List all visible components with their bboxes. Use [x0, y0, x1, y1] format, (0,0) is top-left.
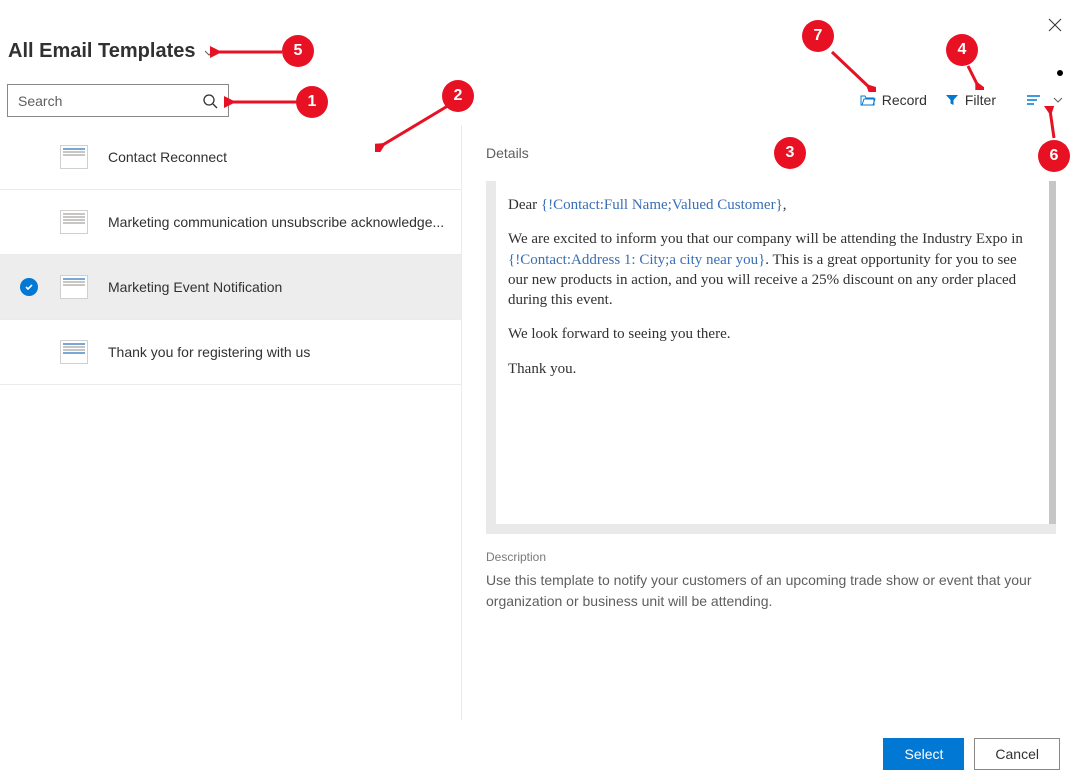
annotation-badge: 4	[946, 34, 978, 66]
filter-button[interactable]: Filter	[941, 88, 1000, 112]
annotation-arrow	[826, 46, 876, 92]
annotation-badge: 2	[442, 80, 474, 112]
sort-lines-icon	[1026, 93, 1042, 107]
list-item[interactable]: Marketing Event Notification	[0, 255, 461, 320]
annotation-arrow	[1042, 106, 1062, 144]
content-area: Contact Reconnect Marketing communicatio…	[0, 125, 1084, 720]
template-body-preview: Dear {!Contact:Full Name;Valued Customer…	[486, 181, 1056, 534]
description-text: Use this template to notify your custome…	[486, 570, 1046, 612]
text: We are excited to inform you that our co…	[508, 231, 1023, 247]
template-name: Marketing communication unsubscribe ackn…	[108, 214, 444, 230]
chevron-down-icon	[1052, 94, 1064, 106]
sort-button[interactable]	[1026, 89, 1042, 111]
search-icon	[202, 93, 218, 109]
view-title-dropdown[interactable]: All Email Templates	[8, 40, 215, 63]
details-heading: Details	[486, 145, 1056, 161]
annotation-badge: 3	[774, 137, 806, 169]
search-input[interactable]	[18, 93, 202, 109]
annotation-arrow	[210, 42, 288, 62]
text: Dear	[508, 197, 541, 213]
search-box[interactable]	[7, 84, 229, 117]
view-title-text: All Email Templates	[8, 40, 195, 63]
filter-icon	[945, 93, 959, 107]
details-pane: Details Dear {!Contact:Full Name;Valued …	[462, 125, 1084, 720]
dialog-footer: Select Cancel	[883, 738, 1060, 770]
annotation-badge: 5	[282, 35, 314, 67]
template-name: Marketing Event Notification	[108, 279, 282, 295]
template-name: Thank you for registering with us	[108, 344, 310, 360]
folder-open-icon	[860, 93, 876, 107]
template-thumbnail-icon	[60, 145, 88, 169]
text: ,	[783, 197, 787, 213]
selection-col	[18, 278, 40, 296]
select-button[interactable]: Select	[883, 738, 964, 770]
annotation-badge: 6	[1038, 140, 1070, 172]
list-item[interactable]: Marketing communication unsubscribe ackn…	[0, 190, 461, 255]
list-item[interactable]: Thank you for registering with us	[0, 320, 461, 385]
annotation-arrow	[224, 90, 304, 114]
annotation-arrow	[960, 62, 984, 90]
filter-label: Filter	[965, 92, 996, 108]
scrollbar[interactable]	[1049, 181, 1056, 524]
toolbar-right: Record Filter	[856, 88, 1064, 112]
body-paragraph: We are excited to inform you that our co…	[508, 229, 1038, 310]
notification-dot	[1057, 70, 1063, 76]
body-paragraph: We look forward to seeing you there.	[508, 324, 1038, 344]
template-list: Contact Reconnect Marketing communicatio…	[0, 125, 462, 720]
template-thumbnail-icon	[60, 275, 88, 299]
close-button[interactable]	[1048, 18, 1062, 37]
body-paragraph: Thank you.	[508, 359, 1038, 379]
selected-check-icon	[20, 278, 38, 296]
body-greeting: Dear {!Contact:Full Name;Valued Customer…	[508, 195, 1038, 215]
template-thumbnail-icon	[60, 340, 88, 364]
merge-token: {!Contact:Full Name;Valued Customer}	[541, 197, 783, 213]
annotation-badge: 1	[296, 86, 328, 118]
merge-token: {!Contact:Address 1: City;a city near yo…	[508, 252, 765, 268]
template-name: Contact Reconnect	[108, 149, 227, 165]
annotation-badge: 7	[802, 20, 834, 52]
template-thumbnail-icon	[60, 210, 88, 234]
description-label: Description	[486, 550, 1056, 564]
record-label: Record	[882, 92, 927, 108]
cancel-button[interactable]: Cancel	[974, 738, 1060, 770]
